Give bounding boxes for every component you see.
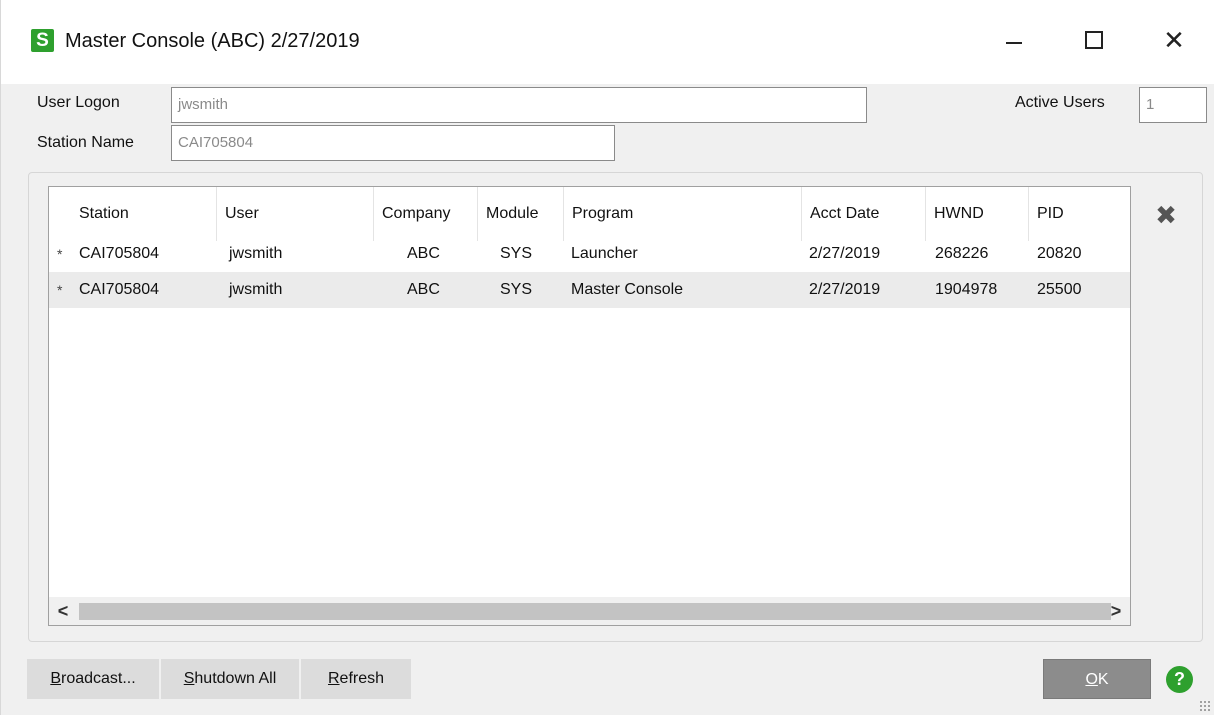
title-bar[interactable]: S Master Console (ABC) 2/27/2019 ✕ xyxy=(1,0,1214,84)
maximize-button[interactable] xyxy=(1071,22,1117,58)
cell-hwnd: 1904978 xyxy=(935,281,998,298)
refresh-mnemonic: R xyxy=(327,670,340,687)
column-header-user[interactable]: User xyxy=(217,187,374,241)
column-header-module[interactable]: Module xyxy=(478,187,564,241)
cell-acct-date: 2/27/2019 xyxy=(809,281,881,298)
cell-station: CAI705804 xyxy=(79,281,160,298)
row-marker: * xyxy=(57,246,63,262)
refresh-button[interactable]: Refresh xyxy=(301,659,411,699)
active-users-field[interactable]: 1 xyxy=(1139,87,1207,123)
cell-module: SYS xyxy=(500,245,533,262)
broadcast-mnemonic: B xyxy=(50,670,61,687)
active-users-label: Active Users xyxy=(1015,94,1105,111)
cell-pid: 20820 xyxy=(1037,245,1082,262)
shutdown-all-button[interactable]: Shutdown All xyxy=(161,659,299,699)
horizontal-scrollbar[interactable]: < > xyxy=(49,597,1130,625)
help-icon[interactable]: ? xyxy=(1166,666,1193,693)
column-header-station[interactable]: Station xyxy=(71,187,217,241)
app-logo-icon: S xyxy=(31,29,54,52)
table-row[interactable]: * CAI705804 jwsmith ABC SYS Launcher 2/2… xyxy=(49,236,1130,272)
scrollbar-thumb[interactable] xyxy=(79,603,1111,620)
master-console-window: S Master Console (ABC) 2/27/2019 ✕ User … xyxy=(0,0,1214,715)
table-row[interactable]: * CAI705804 jwsmith ABC SYS Master Conso… xyxy=(49,272,1130,308)
window-title: Master Console (ABC) 2/27/2019 xyxy=(65,30,360,52)
close-button[interactable]: ✕ xyxy=(1151,22,1197,58)
column-header-hwnd[interactable]: HWND xyxy=(926,187,1029,241)
cell-program: Master Console xyxy=(571,281,684,298)
scroll-right-icon[interactable]: > xyxy=(1102,597,1130,625)
cell-company: ABC xyxy=(407,281,440,298)
station-name-label: Station Name xyxy=(37,134,134,151)
column-header-program[interactable]: Program xyxy=(564,187,802,241)
cell-company: ABC xyxy=(407,245,440,262)
sessions-grid[interactable]: Station User Company Module Program Acct… xyxy=(48,186,1131,626)
cell-user: jwsmith xyxy=(229,281,283,298)
shutdown-all-mnemonic: S xyxy=(183,670,195,687)
cell-acct-date: 2/27/2019 xyxy=(809,245,881,262)
cell-program: Launcher xyxy=(571,245,638,262)
maximize-icon xyxy=(1085,31,1103,49)
broadcast-label: roadcast... xyxy=(60,670,136,687)
shutdown-all-label: hutdown All xyxy=(194,670,277,687)
close-icon: ✕ xyxy=(1163,25,1185,55)
minimize-icon xyxy=(1006,42,1022,44)
row-marker: * xyxy=(57,282,63,298)
cell-module: SYS xyxy=(500,281,533,298)
user-logon-field[interactable]: jwsmith xyxy=(171,87,867,123)
cell-station: CAI705804 xyxy=(79,245,160,262)
ok-mnemonic: O xyxy=(1085,671,1098,688)
cell-hwnd: 268226 xyxy=(935,245,989,262)
refresh-label: efresh xyxy=(339,670,385,687)
user-logon-label: User Logon xyxy=(37,94,120,111)
delete-x-icon: ✖ xyxy=(1155,199,1177,230)
column-header-acct-date[interactable]: Acct Date xyxy=(802,187,926,241)
column-header-company[interactable]: Company xyxy=(374,187,478,241)
station-name-field[interactable]: CAI705804 xyxy=(171,125,615,161)
scroll-left-icon[interactable]: < xyxy=(49,597,77,625)
broadcast-button[interactable]: Broadcast... xyxy=(27,659,159,699)
minimize-button[interactable] xyxy=(991,22,1037,58)
ok-label: K xyxy=(1097,671,1109,688)
cell-user: jwsmith xyxy=(229,245,283,262)
delete-session-button[interactable]: ✖ xyxy=(1151,200,1181,230)
resize-grip-icon[interactable] xyxy=(1199,700,1211,712)
ok-button[interactable]: OK xyxy=(1043,659,1151,699)
column-header-pid[interactable]: PID xyxy=(1029,187,1130,241)
grid-header: Station User Company Module Program Acct… xyxy=(49,187,1130,241)
cell-pid: 25500 xyxy=(1037,281,1082,298)
